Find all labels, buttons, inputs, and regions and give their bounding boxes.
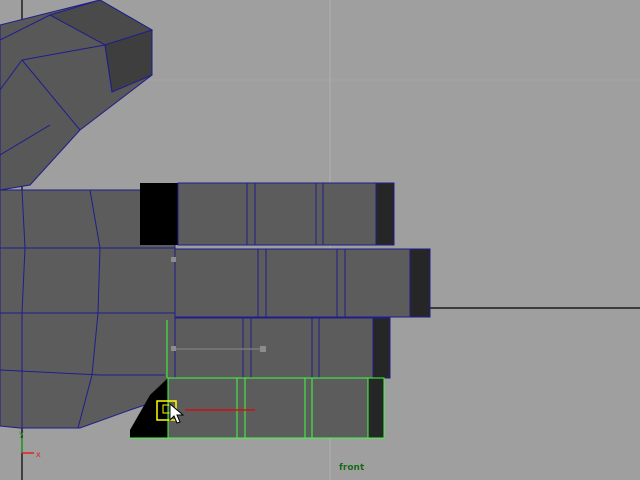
front-viewport[interactable]: x y front	[0, 0, 640, 480]
camera-label: front	[339, 463, 365, 473]
axis-y-label: y	[19, 429, 24, 438]
ring-finger-mesh[interactable]	[171, 317, 391, 379]
axis-x-label: x	[36, 450, 41, 459]
index-finger-mesh[interactable]	[140, 182, 395, 246]
thumb-mesh[interactable]	[0, 0, 154, 191]
middle-finger-mesh[interactable]	[171, 248, 431, 318]
